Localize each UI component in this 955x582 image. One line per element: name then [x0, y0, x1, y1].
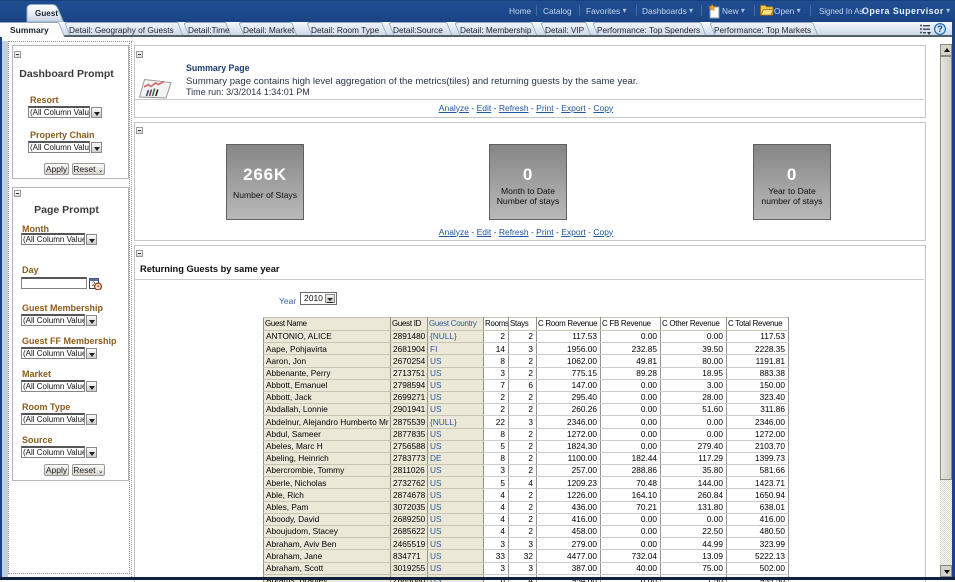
svg-text:?: ?	[937, 24, 943, 34]
